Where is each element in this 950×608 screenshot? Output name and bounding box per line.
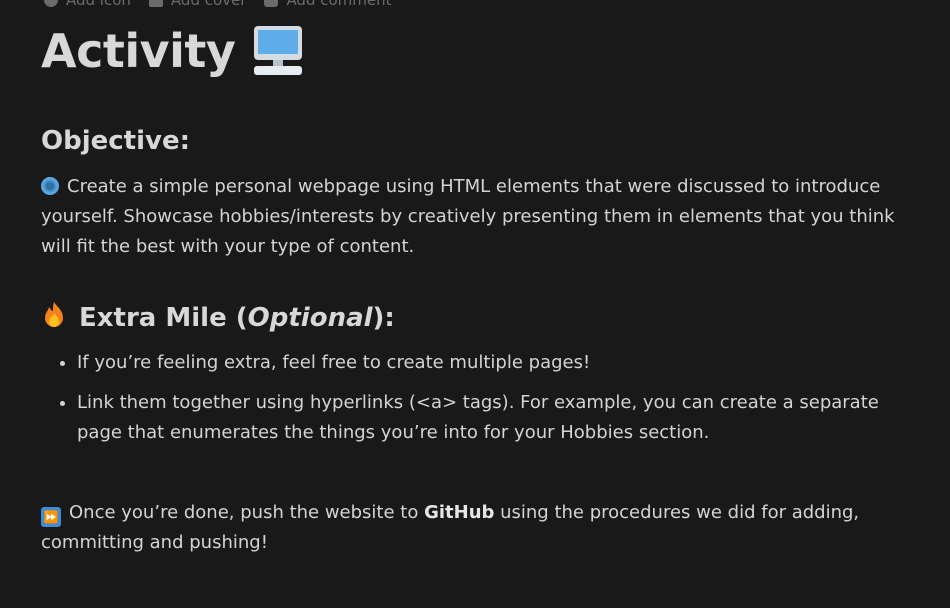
fire-icon [45, 302, 63, 327]
globe-icon [41, 177, 59, 195]
add-icon-button[interactable]: Add icon [44, 0, 131, 9]
comment-icon [264, 0, 279, 7]
extra-mile-list: If you’re feeling extra, feel free to cr… [41, 348, 927, 458]
smile-icon [44, 0, 58, 7]
add-cover-button[interactable]: Add cover [148, 0, 246, 9]
add-comment-button[interactable]: Add comment [264, 0, 392, 9]
final-text: ⏩ Once you’re done, push the website to G… [41, 502, 860, 553]
list-item: Link them together using hyperlinks (<a>… [77, 388, 927, 448]
objective-text: Create a simple personal webpage using H… [41, 176, 895, 257]
fast-forward-icon: ⏩ [41, 507, 61, 527]
objective-heading: Objective: [41, 126, 190, 156]
desktop-computer-icon [253, 26, 303, 76]
page-actions: Add icon Add cover Add comment [44, 0, 392, 9]
image-icon [148, 0, 163, 7]
list-item: If you’re feeling extra, feel free to cr… [77, 348, 927, 378]
page-title[interactable]: Activity [41, 24, 303, 78]
extra-mile-heading: Extra Mile (Optional): [41, 301, 395, 333]
